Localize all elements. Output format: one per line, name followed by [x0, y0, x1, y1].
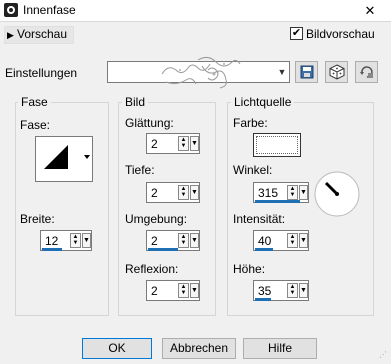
fase-group-title: Fase — [18, 95, 51, 109]
reset-settings-button[interactable] — [355, 61, 378, 83]
intensitaet-label: Intensität: — [233, 212, 286, 226]
ok-button[interactable]: OK — [82, 338, 152, 359]
reset-icon — [359, 66, 373, 78]
hoehe-value: 35 — [258, 284, 272, 298]
close-button[interactable]: ✕ — [359, 2, 381, 20]
umgebung-label: Umgebung: — [125, 212, 188, 226]
umgebung-value: 2 — [151, 234, 158, 248]
reflexion-value: 2 — [151, 284, 158, 298]
save-icon — [300, 65, 313, 79]
dropdown-arrow-icon[interactable]: ▼ — [299, 185, 308, 200]
tiefe-spinbox[interactable]: 2 ▲ ▼ ▼ — [146, 182, 200, 203]
spin-arrows-icon[interactable]: ▲ ▼ — [70, 233, 81, 248]
glaettung-value: 2 — [151, 137, 158, 151]
chevron-down-icon[interactable]: ▼ — [275, 62, 289, 82]
intensitaet-value: 40 — [258, 234, 272, 248]
bevel-shape-selector[interactable] — [35, 136, 93, 182]
farbe-label: Farbe: — [233, 116, 268, 130]
intensitaet-slider-bar[interactable] — [255, 248, 273, 251]
dropdown-arrow-icon[interactable]: ▼ — [299, 283, 308, 298]
close-icon: ✕ — [364, 3, 376, 18]
fase-label: Fase: — [20, 118, 51, 132]
winkel-value: 315 — [258, 186, 279, 200]
preview-toggle-label: Vorschau — [17, 27, 68, 41]
reflexion-spinbox[interactable]: 2 ▲ ▼ ▼ — [146, 280, 200, 301]
hoehe-slider-bar[interactable] — [255, 298, 271, 301]
random-settings-button[interactable] — [325, 61, 348, 83]
winkel-slider-bar[interactable] — [255, 200, 300, 203]
help-button[interactable]: Hilfe — [243, 338, 317, 359]
resize-grip-icon[interactable]: ⋰ — [379, 351, 389, 362]
breite-value: 12 — [45, 234, 59, 248]
glaettung-spinbox[interactable]: 2 ▲ ▼ ▼ — [146, 133, 200, 154]
spin-arrows-icon[interactable]: ▲ ▼ — [178, 233, 189, 248]
umgebung-slider-bar[interactable] — [148, 248, 178, 251]
spin-arrows-icon[interactable]: ▲ ▼ — [287, 185, 298, 200]
dropdown-arrow-icon[interactable]: ▼ — [190, 136, 199, 151]
fase-group — [15, 102, 109, 316]
swatch-focus-border — [256, 136, 298, 154]
bevel-shape-preview — [44, 145, 68, 169]
winkel-label: Winkel: — [233, 163, 273, 177]
bild-group-title: Bild — [122, 95, 149, 109]
expand-arrow-icon: ▶ — [7, 30, 14, 40]
window-title: Innenfase — [23, 3, 76, 17]
spin-arrows-icon[interactable]: ▲ ▼ — [287, 283, 298, 298]
tiefe-value: 2 — [151, 186, 158, 200]
chevron-down-icon — [84, 155, 90, 159]
bildvorschau-checkbox[interactable]: ✔ — [290, 27, 303, 40]
dropdown-arrow-icon[interactable]: ▼ — [190, 283, 199, 298]
save-settings-button[interactable] — [295, 61, 318, 83]
tiefe-label: Tiefe: — [125, 163, 155, 177]
lichtquelle-group-title: Lichtquelle — [231, 95, 295, 109]
glaettung-label: Glättung: — [125, 116, 174, 130]
dropdown-arrow-icon[interactable]: ▼ — [82, 233, 91, 248]
spin-arrows-icon[interactable]: ▲ ▼ — [178, 283, 189, 298]
app-icon — [4, 3, 18, 17]
cancel-button[interactable]: Abbrechen — [162, 338, 236, 359]
dropdown-arrow-icon[interactable]: ▼ — [190, 233, 199, 248]
spin-arrows-icon[interactable]: ▲ ▼ — [178, 185, 189, 200]
spin-arrows-icon[interactable]: ▲ ▼ — [178, 136, 189, 151]
reflexion-label: Reflexion: — [125, 262, 179, 276]
breite-slider-bar[interactable] — [42, 248, 62, 251]
farbe-color-swatch[interactable] — [253, 133, 301, 157]
dropdown-arrow-icon[interactable]: ▼ — [299, 233, 308, 248]
checkmark-icon: ✔ — [291, 27, 302, 39]
hoehe-label: Höhe: — [233, 262, 266, 276]
angle-dial[interactable] — [313, 170, 361, 218]
dice-icon — [329, 64, 344, 80]
spin-arrows-icon[interactable]: ▲ ▼ — [287, 233, 298, 248]
bildvorschau-label: Bildvorschau — [306, 27, 375, 41]
watermark-logo — [161, 56, 241, 89]
settings-label: Einstellungen — [5, 66, 78, 80]
dropdown-arrow-icon[interactable]: ▼ — [190, 185, 199, 200]
breite-label: Breite: — [20, 212, 55, 226]
